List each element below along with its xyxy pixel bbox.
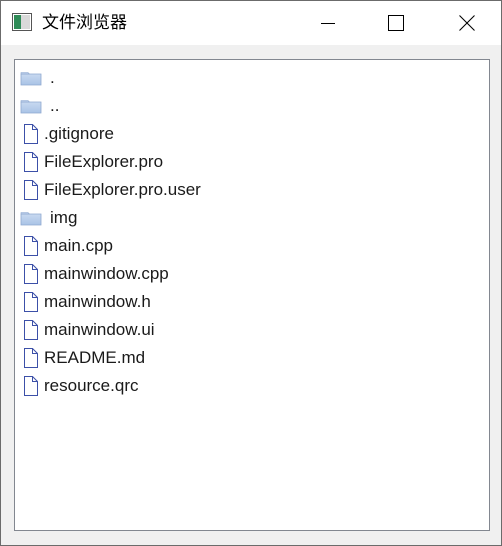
file-icon xyxy=(20,124,42,144)
file-icon xyxy=(20,152,42,172)
title-bar[interactable]: 文件浏览器 xyxy=(1,1,501,45)
main-window: 文件浏览器 ... .gitignore FileExplorer.pro FileE… xyxy=(0,0,502,546)
item-label: FileExplorer.pro xyxy=(44,152,164,171)
item-label: mainwindow.h xyxy=(44,292,151,311)
file-icon xyxy=(20,376,42,396)
folder-icon xyxy=(20,68,42,88)
app-window-icon xyxy=(12,13,32,31)
maximize-icon xyxy=(388,15,404,31)
close-button[interactable] xyxy=(444,1,490,45)
folder-item[interactable]: img xyxy=(15,204,485,232)
file-icon xyxy=(20,180,42,200)
item-label: FileExplorer.pro.user xyxy=(44,180,201,199)
file-item[interactable]: mainwindow.h xyxy=(15,288,485,316)
item-label: .gitignore xyxy=(44,124,114,143)
minimize-icon xyxy=(321,23,335,24)
file-item[interactable]: FileExplorer.pro.user xyxy=(15,176,485,204)
item-label: .. xyxy=(50,96,60,115)
item-label: img xyxy=(50,208,78,227)
file-item[interactable]: mainwindow.ui xyxy=(15,316,485,344)
file-item[interactable]: resource.qrc xyxy=(15,372,485,400)
item-label: . xyxy=(50,68,55,87)
window-title: 文件浏览器 xyxy=(42,13,127,33)
file-icon xyxy=(20,264,42,284)
item-label: main.cpp xyxy=(44,236,113,255)
folder-item[interactable]: . xyxy=(15,64,485,92)
folder-icon xyxy=(20,96,42,116)
folder-icon xyxy=(20,208,42,228)
maximize-button[interactable] xyxy=(373,1,419,45)
file-item[interactable]: main.cpp xyxy=(15,232,485,260)
folder-item[interactable]: .. xyxy=(15,92,485,120)
file-item[interactable]: .gitignore xyxy=(15,120,485,148)
file-list-view[interactable]: ... .gitignore FileExplorer.pro FileExplore… xyxy=(14,59,490,531)
file-icon xyxy=(20,236,42,256)
item-label: resource.qrc xyxy=(44,376,139,395)
file-icon xyxy=(20,292,42,312)
file-item[interactable]: README.md xyxy=(15,344,485,372)
item-label: mainwindow.cpp xyxy=(44,264,169,283)
item-label: mainwindow.ui xyxy=(44,320,155,339)
file-item[interactable]: mainwindow.cpp xyxy=(15,260,485,288)
minimize-button[interactable] xyxy=(305,1,351,45)
file-icon xyxy=(20,348,42,368)
file-item[interactable]: FileExplorer.pro xyxy=(15,148,485,176)
close-icon xyxy=(459,15,475,31)
item-label: README.md xyxy=(44,348,146,367)
file-icon xyxy=(20,320,42,340)
